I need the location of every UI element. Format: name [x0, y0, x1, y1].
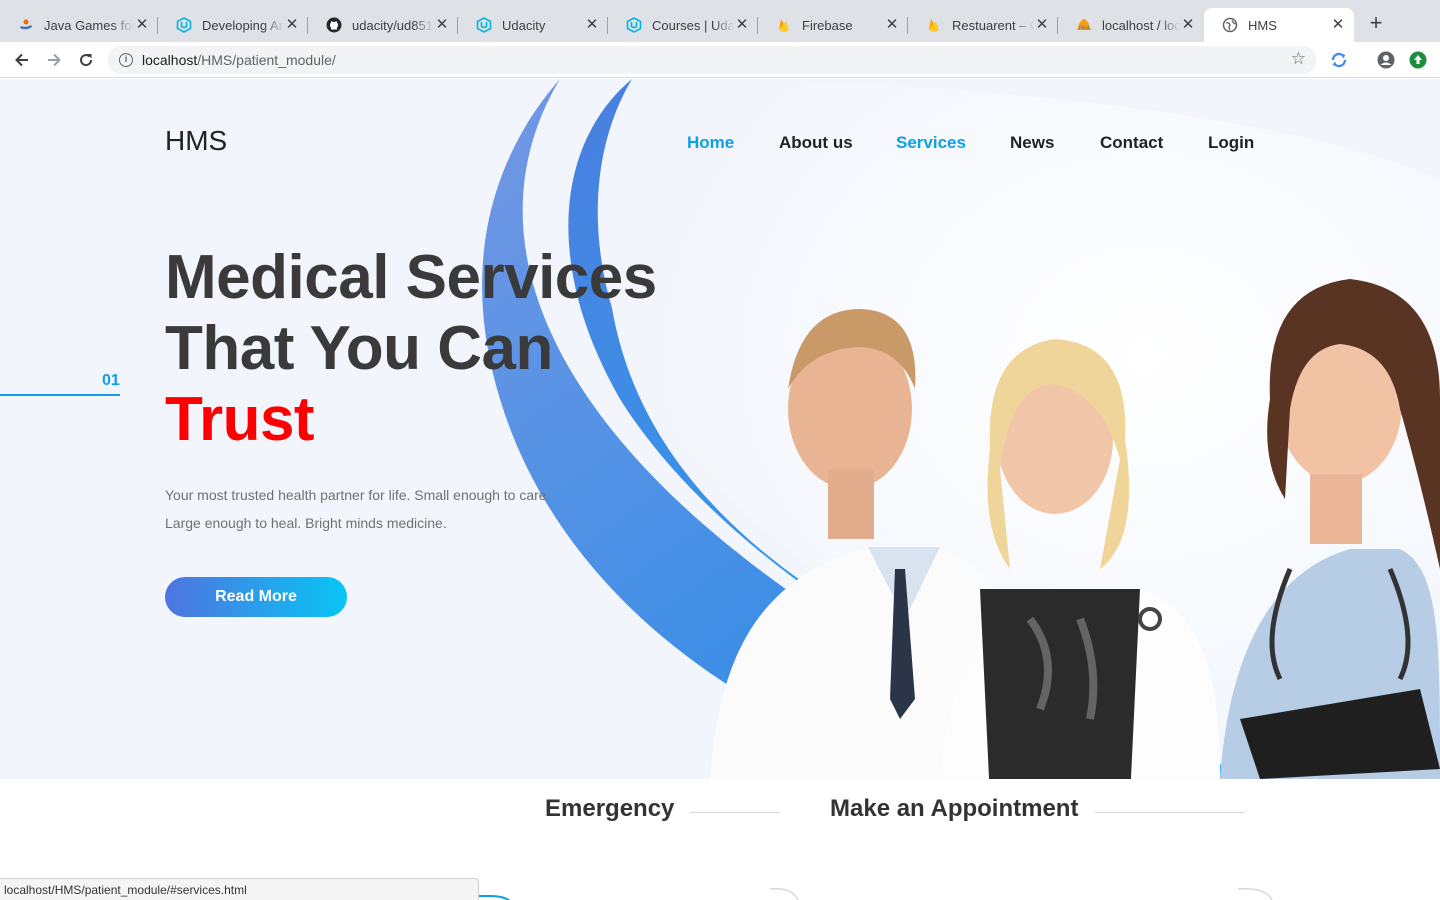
url-text[interactable]: localhost/HMS/patient_module/	[142, 52, 336, 68]
close-tab-icon[interactable]: ✕	[1180, 17, 1196, 33]
web-page: HMS Home About us Services News Contact …	[0, 79, 1440, 900]
globe-icon	[1222, 17, 1238, 33]
hero-headline-line1: Medical Services	[165, 243, 657, 312]
doctors-photo	[710, 279, 1440, 779]
browser-tab[interactable]: Developing And ✕	[158, 8, 308, 42]
emergency-divider	[690, 812, 780, 813]
tab-title: Restuarent – O	[952, 17, 1034, 33]
browser-tab[interactable]: Restuarent – O ✕	[908, 8, 1058, 42]
url-host: localhost	[142, 52, 198, 68]
appointment-title: Make an Appointment	[830, 795, 1079, 822]
tab-title: Developing And	[202, 17, 284, 33]
tab-title: HMS	[1248, 17, 1277, 33]
phpmyadmin-icon: PMA	[1076, 17, 1092, 33]
info-icon[interactable]: i	[119, 53, 133, 67]
new-tab-icon[interactable]: +	[1366, 12, 1386, 34]
close-tab-icon[interactable]: ✕	[884, 17, 900, 33]
tab-title: localhost / loca	[1102, 17, 1180, 33]
tab-title: Udacity	[502, 17, 546, 33]
forward-arrow-icon[interactable]	[44, 50, 64, 70]
nav-about-us[interactable]: About us	[779, 133, 853, 153]
browser-tab-active[interactable]: HMS ✕	[1204, 8, 1354, 42]
tab-title: Java Games for	[44, 17, 134, 33]
tab-title: udacity/ud851-	[352, 17, 434, 33]
slide-number[interactable]: 01	[102, 372, 120, 390]
svg-text:PMA: PMA	[1079, 26, 1090, 32]
appointment-card-corner	[1238, 887, 1273, 900]
read-more-button[interactable]: Read More	[165, 577, 347, 617]
firebase-icon	[776, 17, 792, 33]
close-tab-icon[interactable]: ✕	[584, 17, 600, 33]
close-tab-icon[interactable]: ✕	[734, 17, 750, 33]
browser-tab[interactable]: Firebase ✕	[758, 8, 908, 42]
java-games-icon	[18, 17, 34, 33]
hero-description-line2: Large enough to heal. Bright minds medic…	[165, 515, 447, 531]
hero-headline-highlight: Trust	[165, 385, 315, 454]
browser-tab[interactable]: Courses | Udac ✕	[608, 8, 758, 42]
url-path: /HMS/patient_module/	[197, 52, 336, 68]
nav-services[interactable]: Services	[896, 133, 966, 153]
hero-headline-line2: That You Can	[165, 314, 553, 383]
back-arrow-icon[interactable]	[12, 50, 32, 70]
hero-section: HMS Home About us Services News Contact …	[0, 79, 1440, 779]
emergency-card-corner	[770, 887, 799, 900]
tab-title: Firebase	[802, 17, 853, 33]
browser-tab[interactable]: Udacity ✕	[458, 8, 608, 42]
browser-toolbar: i localhost/HMS/patient_module/ ☆	[0, 42, 1440, 78]
appointment-divider	[1095, 812, 1245, 813]
browser-tab[interactable]: udacity/ud851- ✕	[308, 8, 458, 42]
udacity-icon	[176, 17, 192, 33]
close-tab-icon[interactable]: ✕	[284, 17, 300, 33]
browser-tab-strip: Java Games for ✕ Developing And ✕ udacit…	[0, 0, 1440, 42]
close-tab-icon[interactable]: ✕	[1034, 17, 1050, 33]
browser-tab[interactable]: Java Games for ✕	[0, 8, 158, 42]
link-status-bar: localhost/HMS/patient_module/#services.h…	[0, 878, 479, 900]
close-tab-icon[interactable]: ✕	[1330, 17, 1346, 33]
firebase-icon	[926, 17, 942, 33]
browser-tab[interactable]: PMA localhost / loca ✕	[1058, 8, 1204, 42]
bookmark-star-icon[interactable]: ☆	[1291, 49, 1306, 69]
emergency-title: Emergency	[545, 795, 675, 822]
tab-title: Courses | Udac	[652, 17, 734, 33]
nav-contact[interactable]: Contact	[1100, 133, 1163, 153]
slide-indicator-line	[0, 394, 120, 396]
reload-icon[interactable]	[76, 50, 96, 70]
update-available-icon[interactable]	[1409, 51, 1427, 69]
sync-extension-icon[interactable]	[1330, 51, 1348, 69]
profile-avatar-icon[interactable]	[1377, 51, 1395, 69]
site-logo[interactable]: HMS	[165, 125, 227, 157]
nav-login[interactable]: Login	[1208, 133, 1254, 153]
close-tab-icon[interactable]: ✕	[134, 17, 150, 33]
udacity-icon	[626, 17, 642, 33]
udacity-icon	[476, 17, 492, 33]
nav-news[interactable]: News	[1010, 133, 1054, 153]
address-bar[interactable]: i localhost/HMS/patient_module/ ☆	[108, 46, 1316, 74]
hero-description-line1: Your most trusted health partner for lif…	[165, 487, 551, 503]
nav-home[interactable]: Home	[687, 133, 734, 153]
close-tab-icon[interactable]: ✕	[434, 17, 450, 33]
github-icon	[326, 17, 342, 33]
